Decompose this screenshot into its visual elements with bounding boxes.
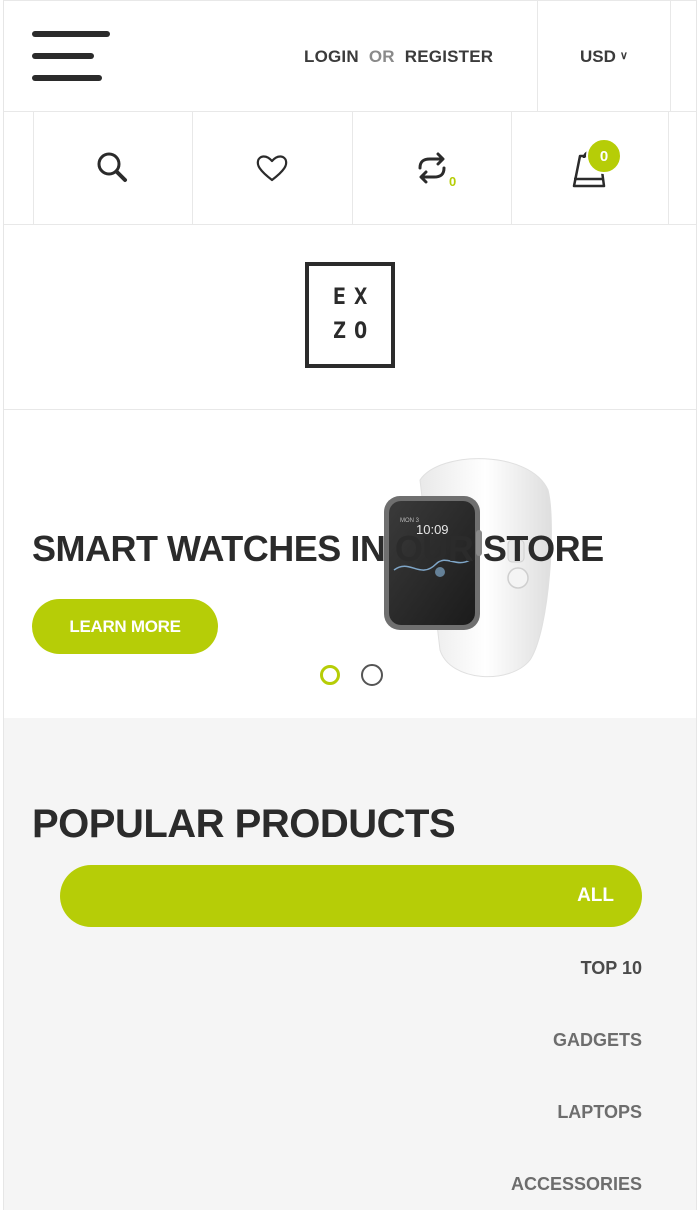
logo-line-1: EX bbox=[332, 285, 376, 310]
register-link[interactable]: REGISTER bbox=[405, 47, 494, 66]
tab-all[interactable]: ALL bbox=[60, 865, 642, 927]
menu-icon[interactable] bbox=[32, 31, 110, 87]
cart-count-badge: 0 bbox=[586, 138, 622, 174]
learn-more-button[interactable]: LEARN MORE bbox=[32, 599, 218, 654]
top-bar: LOGIN OR REGISTER USD ∨ bbox=[4, 0, 696, 112]
page: LOGIN OR REGISTER USD ∨ 0 0 EX ZO MON 3 … bbox=[3, 0, 697, 1210]
currency-value: USD bbox=[580, 46, 616, 66]
tab-accessories[interactable]: ACCESSORIES bbox=[511, 1174, 642, 1195]
slider-dot[interactable] bbox=[361, 664, 383, 686]
compare-icon bbox=[418, 152, 446, 184]
menu-line bbox=[32, 53, 94, 59]
compare-count: 0 bbox=[449, 174, 457, 189]
hero-slider: MON 3 10:09 SMART WATCHES IN OUR STORE L… bbox=[4, 410, 696, 718]
logo-area: EX ZO bbox=[4, 225, 696, 410]
tab-label: ALL bbox=[577, 885, 614, 906]
cart-button[interactable]: 0 bbox=[512, 112, 669, 224]
tab-top-10[interactable]: TOP 10 bbox=[581, 958, 642, 979]
slider-dot-active[interactable] bbox=[320, 665, 340, 685]
logo-line-2: ZO bbox=[332, 319, 376, 344]
popular-products-section: POPULAR PRODUCTS ALL TOP 10 GADGETS LAPT… bbox=[4, 718, 696, 1210]
heart-icon bbox=[256, 155, 288, 182]
compare-button[interactable]: 0 bbox=[353, 112, 512, 224]
auth-links: LOGIN OR REGISTER bbox=[304, 47, 493, 67]
site-logo[interactable]: EX ZO bbox=[305, 262, 395, 368]
search-icon bbox=[97, 152, 127, 182]
or-label: OR bbox=[368, 47, 395, 66]
section-title: POPULAR PRODUCTS bbox=[32, 802, 456, 846]
hero-title: SMART WATCHES IN OUR STORE bbox=[32, 528, 604, 569]
tab-laptops[interactable]: LAPTOPS bbox=[557, 1102, 642, 1123]
menu-line bbox=[32, 75, 102, 81]
chevron-down-icon: ∨ bbox=[619, 50, 628, 62]
menu-line bbox=[32, 31, 110, 37]
currency-selector[interactable]: USD ∨ bbox=[537, 1, 671, 112]
search-button[interactable] bbox=[33, 112, 193, 224]
wishlist-button[interactable] bbox=[192, 112, 353, 224]
login-link[interactable]: LOGIN bbox=[304, 47, 359, 66]
tab-gadgets[interactable]: GADGETS bbox=[553, 1030, 642, 1051]
action-icons-row: 0 0 bbox=[4, 112, 696, 225]
